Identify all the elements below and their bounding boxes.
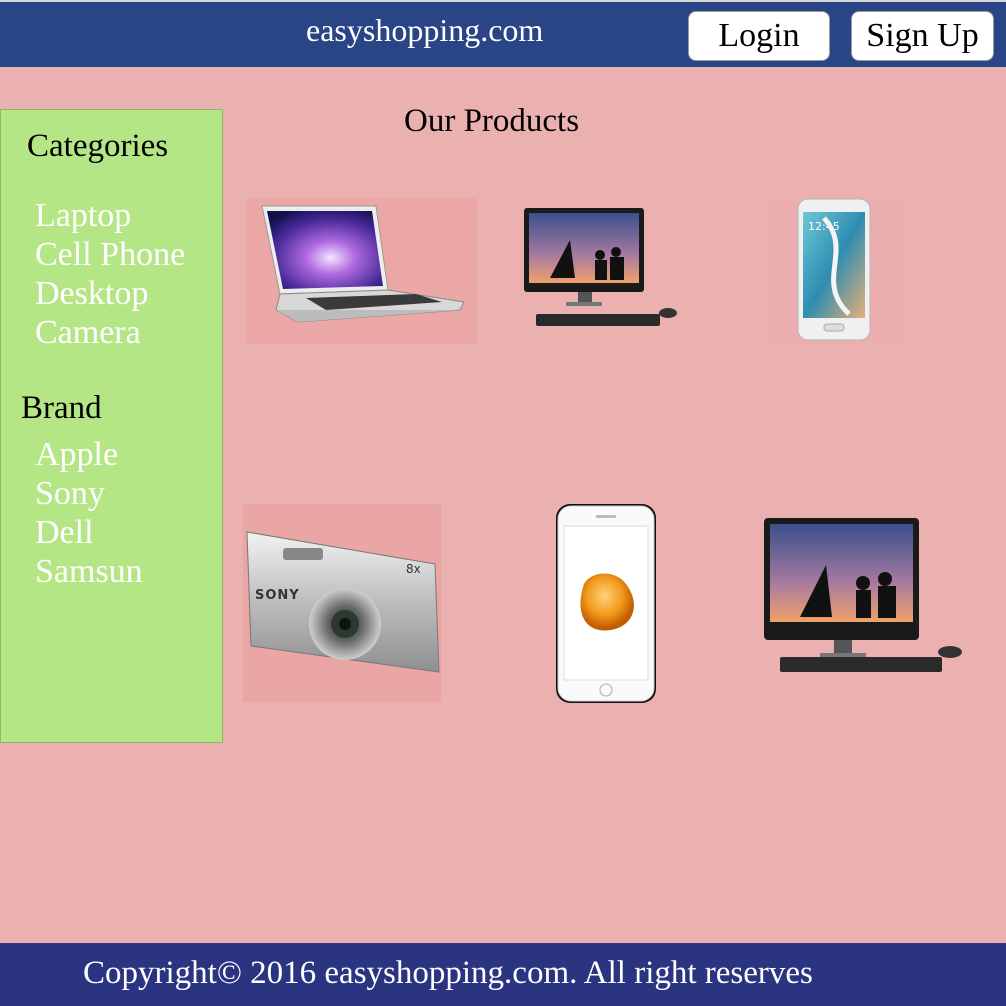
- galaxy-phone-image: 12:45: [797, 198, 871, 341]
- products-title: Our Products: [404, 103, 580, 139]
- product-desktop-large[interactable]: [760, 515, 965, 680]
- header-bar: easyshopping.com Login Sign Up: [0, 0, 1006, 67]
- product-sony-camera[interactable]: SONY 8x: [243, 504, 441, 702]
- iphone-image: [556, 504, 656, 703]
- camera-zoom-badge: 8x: [406, 562, 421, 576]
- camera-brand-label: SONY: [255, 588, 300, 603]
- copyright-text: Copyright© 2016 easyshopping.com. All ri…: [83, 955, 813, 991]
- product-laptop[interactable]: [246, 198, 477, 344]
- sidebar-item-laptop[interactable]: Laptop: [35, 196, 185, 235]
- desktop-image: [764, 518, 962, 672]
- desktop-image: [524, 208, 677, 326]
- sidebar-item-camera[interactable]: Camera: [35, 313, 185, 352]
- signup-button[interactable]: Sign Up: [851, 11, 994, 61]
- sidebar-item-dell[interactable]: Dell: [35, 513, 143, 552]
- laptop-image: [261, 205, 465, 323]
- product-iphone[interactable]: [556, 504, 656, 703]
- site-title[interactable]: easyshopping.com: [306, 12, 543, 49]
- categories-heading: Categories: [27, 128, 169, 164]
- sidebar: Categories Laptop Cell Phone Desktop Cam…: [0, 109, 223, 743]
- sidebar-item-apple[interactable]: Apple: [35, 435, 143, 474]
- categories-list: Laptop Cell Phone Desktop Camera: [35, 196, 185, 352]
- brand-list: Apple Sony Dell Samsun: [35, 435, 143, 591]
- sidebar-item-desktop[interactable]: Desktop: [35, 274, 185, 313]
- sidebar-item-cell-phone[interactable]: Cell Phone: [35, 235, 185, 274]
- product-desktop[interactable]: [520, 200, 685, 335]
- sidebar-item-samsun[interactable]: Samsun: [35, 552, 143, 591]
- brand-heading: Brand: [21, 390, 102, 426]
- footer-bar: Copyright© 2016 easyshopping.com. All ri…: [0, 943, 1006, 1006]
- sidebar-item-sony[interactable]: Sony: [35, 474, 143, 513]
- sony-camera-image: [246, 531, 440, 673]
- product-galaxy-phone[interactable]: 12:45: [764, 196, 910, 343]
- login-button[interactable]: Login: [688, 11, 830, 61]
